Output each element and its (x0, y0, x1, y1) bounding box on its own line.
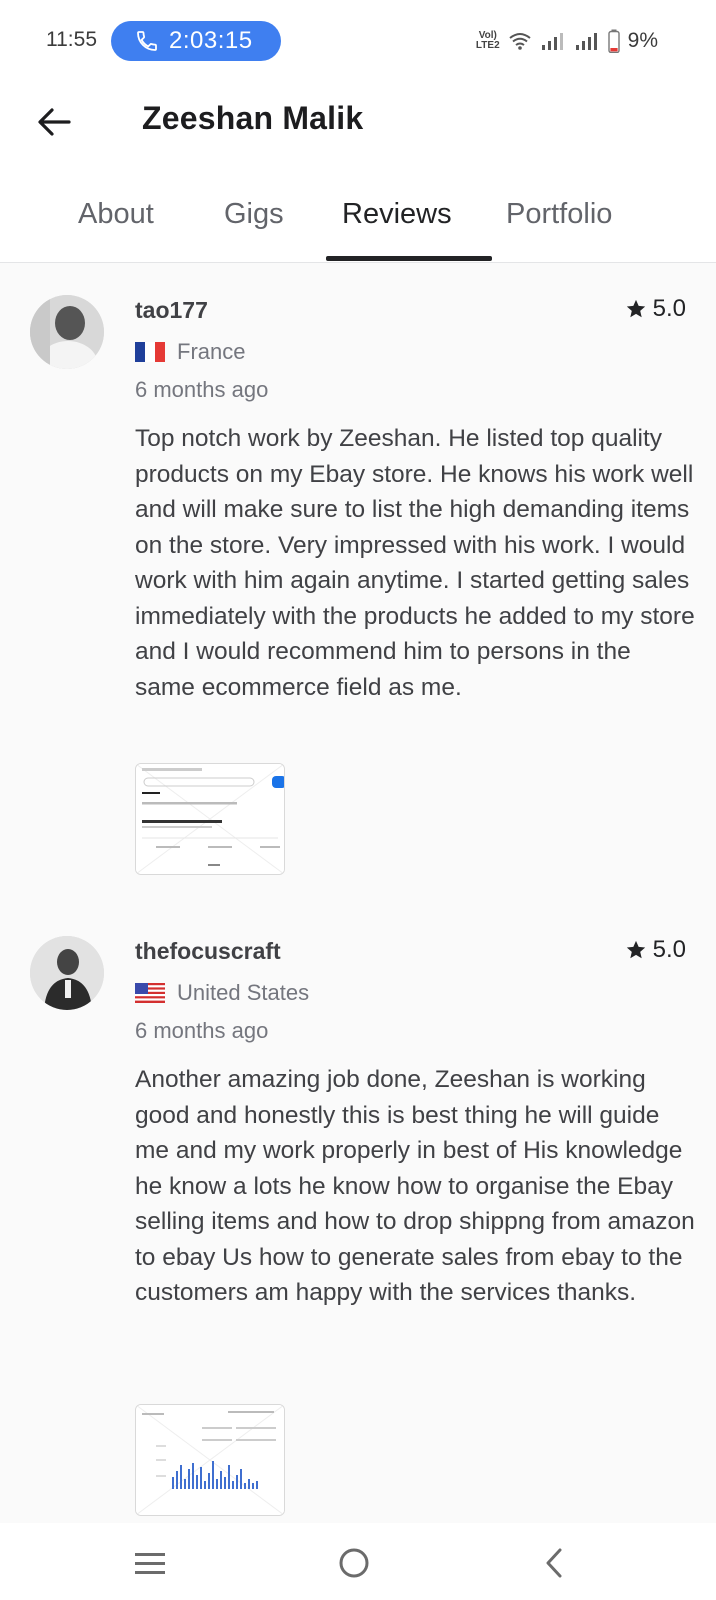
ongoing-call-pill[interactable]: 2:03:15 (111, 21, 281, 61)
recent-apps-button[interactable] (130, 1543, 170, 1583)
back-icon (546, 1548, 562, 1578)
review-time: 6 months ago (135, 377, 269, 402)
reviews-list[interactable]: tao177 5.0 France 6 months ago Top notch… (0, 263, 716, 1523)
review-rating: 5.0 (625, 936, 686, 964)
reviewer-username[interactable]: tao177 (135, 297, 208, 324)
back-button[interactable] (30, 98, 78, 146)
tab-gigs[interactable]: Gigs (224, 198, 284, 231)
signal-icon-2 (575, 33, 597, 50)
country-name: France (177, 339, 246, 364)
tab-about[interactable]: About (78, 198, 154, 231)
star-icon (626, 299, 645, 318)
tab-bar: About Gigs Reviews Portfolio (0, 178, 716, 263)
phone-icon (137, 31, 157, 51)
system-nav-bar (0, 1523, 716, 1600)
active-tab-indicator (326, 256, 492, 261)
avatar[interactable] (30, 295, 104, 369)
review-attachment-thumbnail[interactable] (135, 1404, 285, 1516)
avatar[interactable] (30, 936, 104, 1010)
profile-header: Zeeshan Malik (0, 84, 716, 178)
review-time: 6 months ago (135, 1018, 269, 1043)
tab-reviews[interactable]: Reviews (342, 198, 452, 231)
country-name: United States (177, 980, 310, 1005)
call-timer: 2:03:15 (169, 27, 253, 54)
star-icon (626, 940, 645, 959)
battery-icon (607, 29, 620, 53)
tab-portfolio[interactable]: Portfolio (506, 198, 612, 231)
reviewer-country: France (135, 339, 245, 365)
review-text: Another amazing job done, Zeeshan is wor… (135, 1066, 695, 1306)
review-text: Top notch work by Zeeshan. He listed top… (135, 425, 695, 701)
volte-indicator: Vol) LTE2 (475, 30, 500, 51)
rating-value: 5.0 (652, 295, 686, 322)
status-time: 11:55 (46, 28, 97, 51)
reviewer-username[interactable]: thefocuscraft (135, 938, 281, 965)
rating-value: 5.0 (652, 936, 686, 963)
us-flag-icon (135, 983, 165, 1003)
review-attachment-thumbnail[interactable] (135, 763, 285, 875)
system-back-button[interactable] (534, 1543, 574, 1583)
status-icons: Vol) LTE2 9% (476, 26, 658, 56)
recent-apps-icon (135, 1553, 165, 1574)
france-flag-icon (135, 342, 165, 362)
review-rating: 5.0 (625, 295, 686, 323)
home-icon (339, 1548, 369, 1578)
page-title: Zeeshan Malik (142, 100, 364, 136)
status-bar: 11:55 2:03:15 Vol) LTE2 9% (0, 0, 716, 84)
arrow-left-icon (38, 108, 71, 136)
reviewer-country: United States (135, 980, 309, 1006)
home-button[interactable] (334, 1543, 374, 1583)
signal-icon (541, 33, 563, 50)
battery-percent: 9% (627, 29, 658, 52)
wifi-icon (509, 33, 531, 50)
